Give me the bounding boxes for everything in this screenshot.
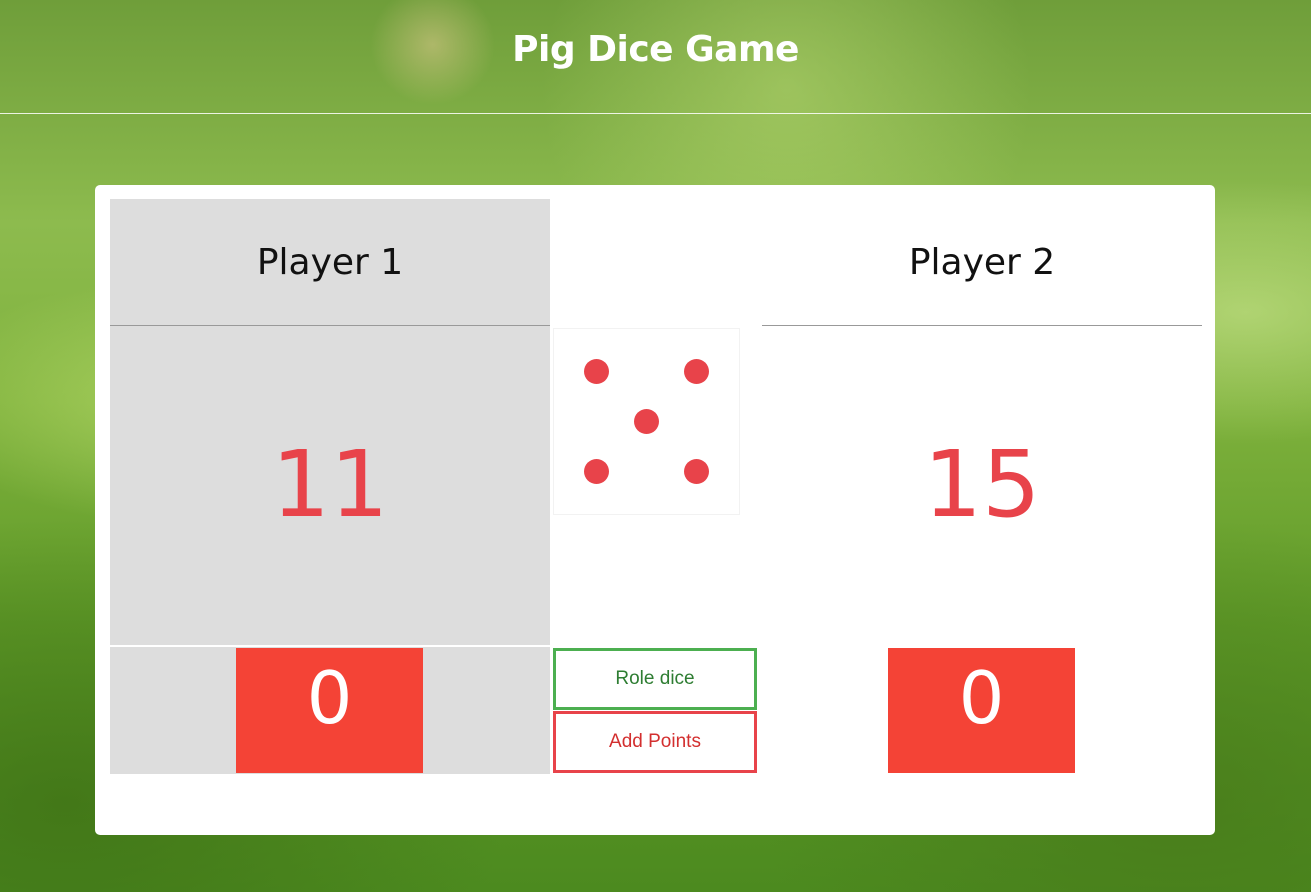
dice-pip bbox=[684, 359, 709, 384]
add-points-button[interactable]: Add Points bbox=[553, 711, 757, 773]
player-1-total-score: 11 bbox=[271, 431, 389, 538]
player-2-current-score: 0 bbox=[888, 648, 1075, 773]
dice-pip bbox=[584, 359, 609, 384]
player-1-panel: Player 1 11 0 bbox=[110, 199, 550, 774]
player-1-name: Player 1 bbox=[110, 199, 550, 326]
dice-pip bbox=[634, 409, 659, 434]
game-board: Player 1 11 0 Role dice Add Points Playe… bbox=[95, 185, 1215, 835]
player-1-current-score: 0 bbox=[236, 648, 423, 773]
dice-pip bbox=[584, 459, 609, 484]
player-1-divider bbox=[110, 645, 550, 647]
player-2-panel: Player 2 15 0 bbox=[762, 199, 1202, 774]
roll-dice-button[interactable]: Role dice bbox=[553, 648, 757, 710]
page-header: Pig Dice Game bbox=[0, 0, 1311, 114]
dice-five-icon bbox=[553, 328, 740, 515]
page-title: Pig Dice Game bbox=[512, 29, 799, 70]
player-2-name: Player 2 bbox=[762, 199, 1202, 326]
player-2-total-score: 15 bbox=[923, 431, 1041, 538]
dice-pip bbox=[684, 459, 709, 484]
